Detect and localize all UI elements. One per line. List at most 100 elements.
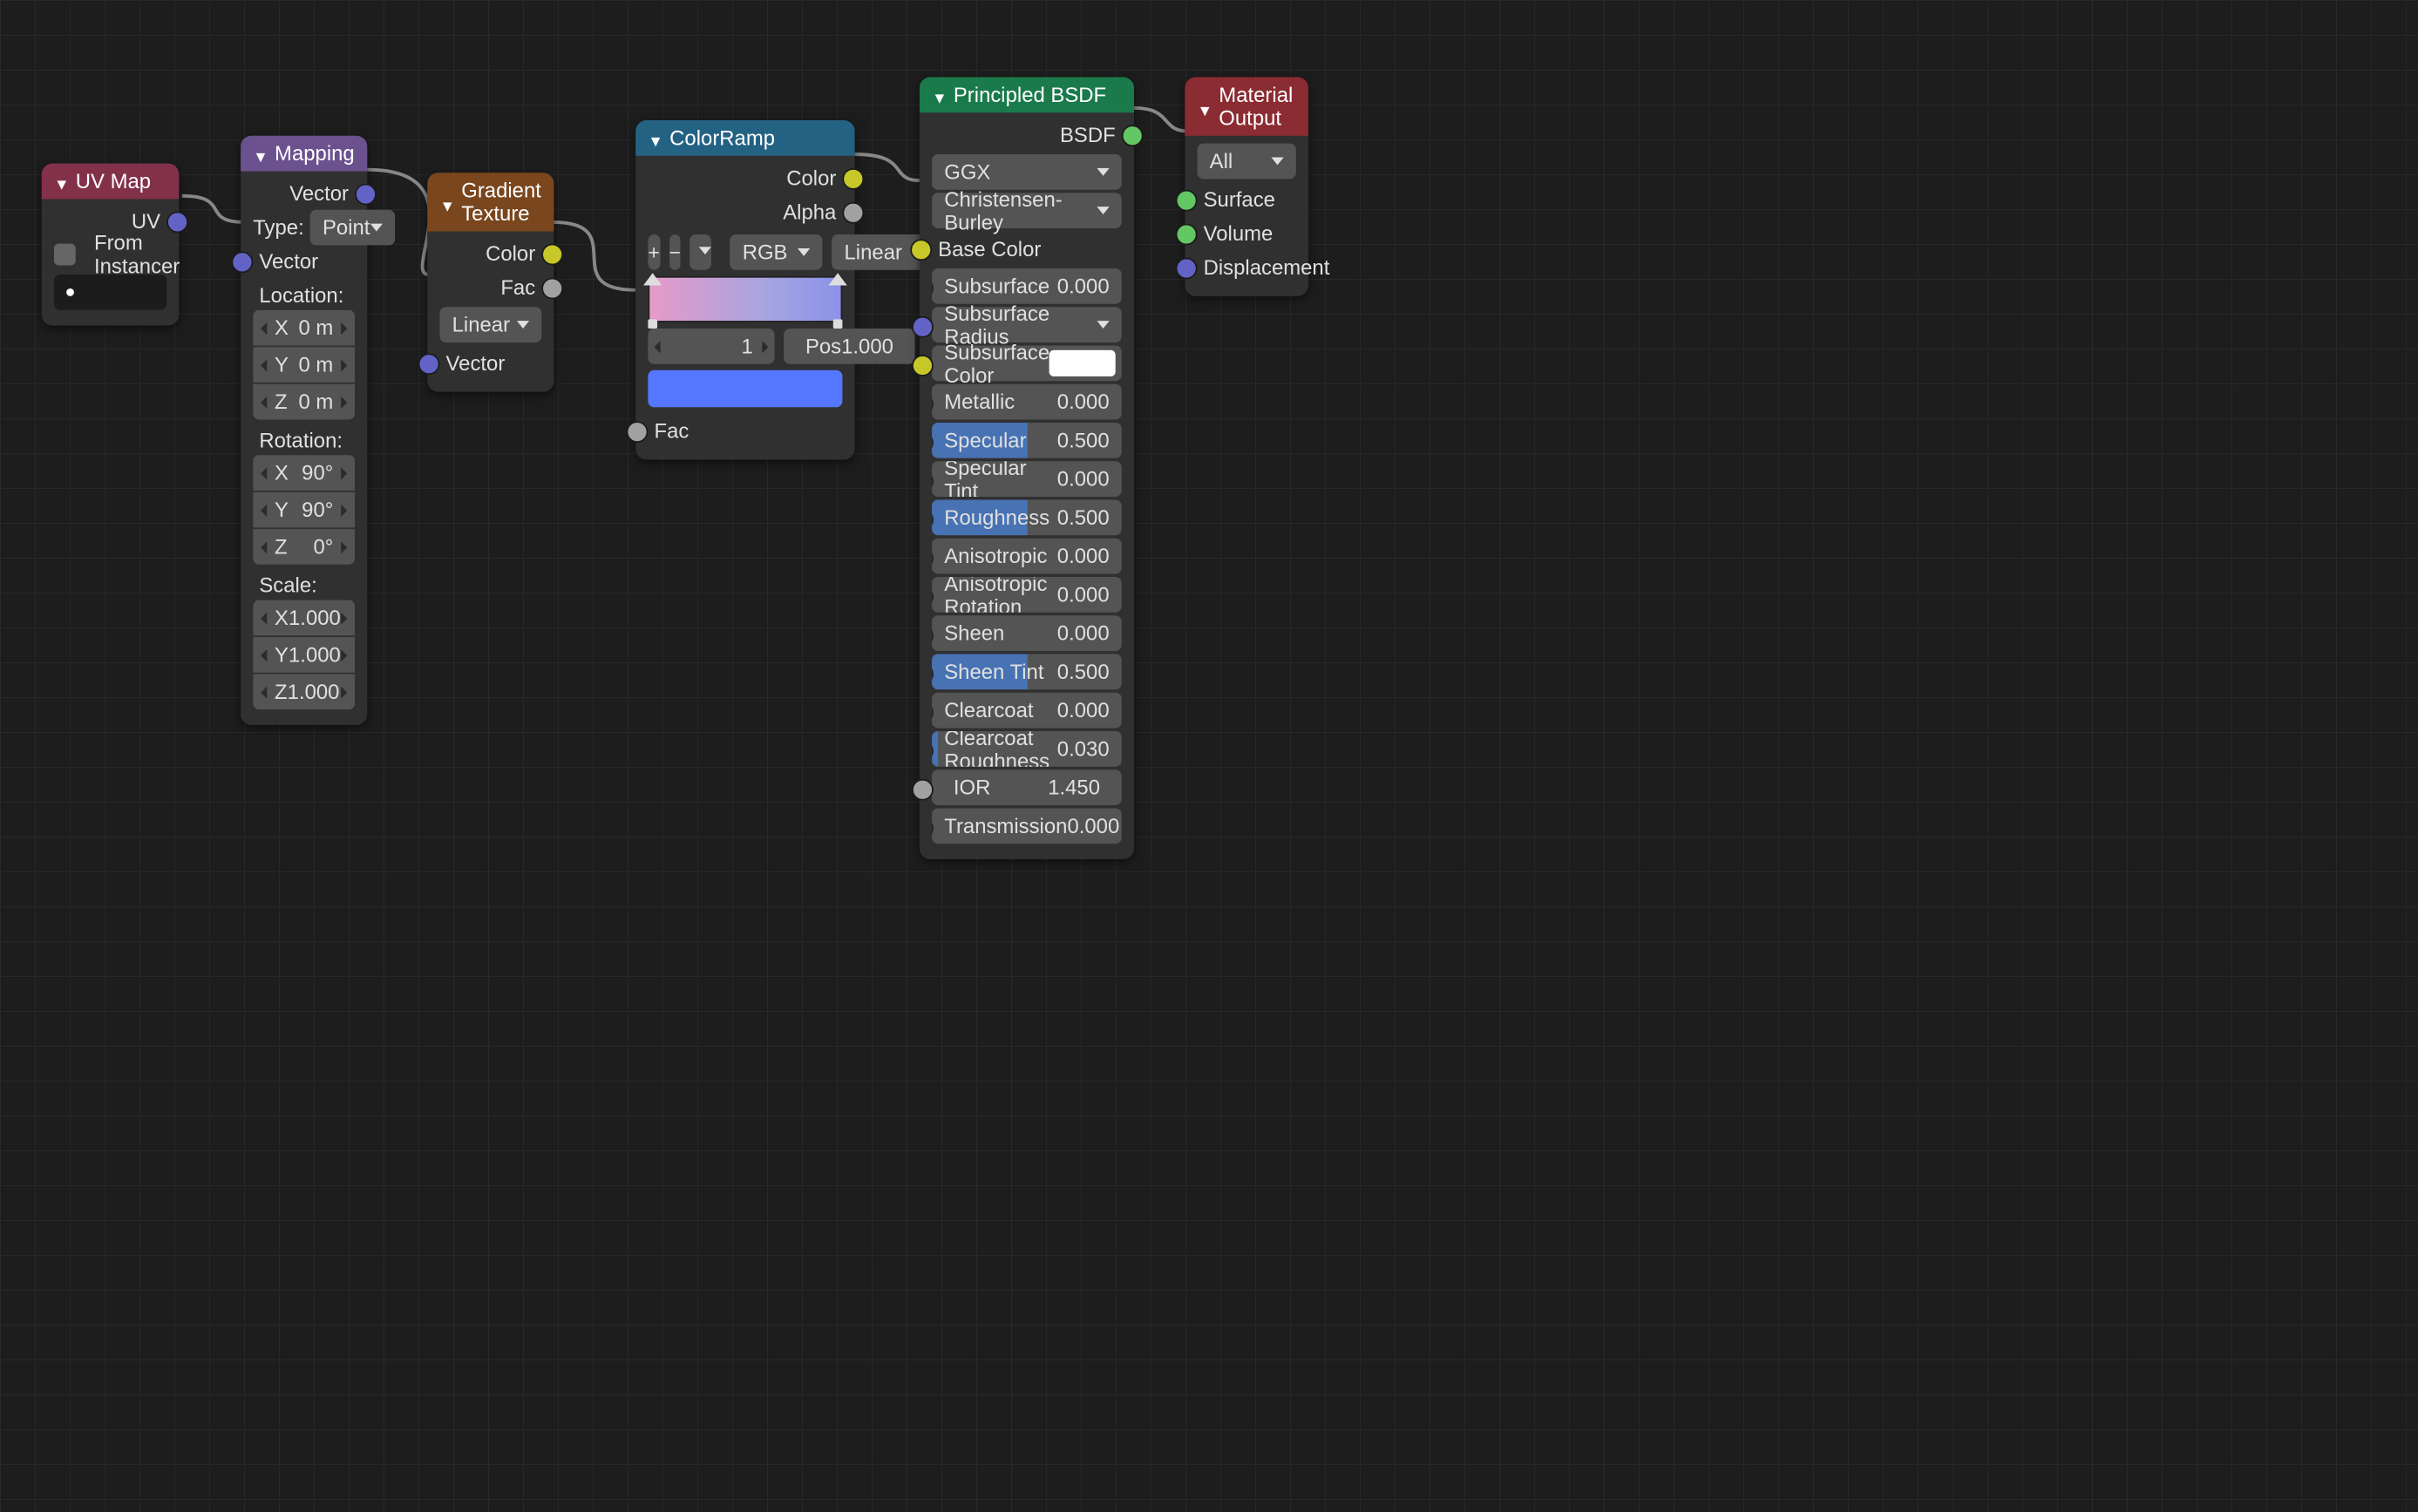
stop-color-swatch[interactable] bbox=[648, 370, 842, 407]
socket-out-alpha[interactable]: Alpha bbox=[635, 194, 854, 228]
special-menu-button[interactable] bbox=[690, 234, 712, 270]
rotation-group: X90° Y90° Z0° bbox=[253, 455, 355, 565]
collapse-icon[interactable] bbox=[253, 146, 267, 160]
rotation-x[interactable]: X90° bbox=[253, 455, 355, 491]
socket-in-displacement[interactable]: Displacement bbox=[1185, 250, 1308, 284]
socket-icon[interactable] bbox=[627, 421, 649, 443]
remove-stop-button[interactable]: − bbox=[669, 234, 680, 270]
socket-icon[interactable] bbox=[912, 315, 934, 337]
subsurface-method-dropdown[interactable]: Christensen-Burley bbox=[932, 193, 1122, 228]
location-z[interactable]: Z0 m bbox=[253, 384, 355, 420]
search-dot-icon bbox=[66, 288, 74, 296]
sheen-slider[interactable]: Sheen0.000 bbox=[932, 615, 1122, 651]
socket-in-surface[interactable]: Surface bbox=[1185, 182, 1308, 216]
header-mapping[interactable]: Mapping bbox=[241, 136, 367, 172]
socket-icon[interactable] bbox=[541, 244, 563, 266]
socket-in-vector[interactable]: Vector bbox=[241, 244, 367, 278]
collapse-icon[interactable] bbox=[932, 88, 946, 102]
socket-icon[interactable] bbox=[232, 252, 254, 274]
socket-out-bsdf[interactable]: BSDF bbox=[920, 118, 1134, 152]
socket-icon[interactable] bbox=[1176, 258, 1198, 280]
socket-icon[interactable] bbox=[355, 184, 377, 206]
collapse-icon[interactable] bbox=[648, 131, 662, 145]
socket-out-fac[interactable]: Fac bbox=[427, 270, 554, 304]
header-uv-map[interactable]: UV Map bbox=[42, 164, 180, 200]
scale-z[interactable]: Z1.000 bbox=[253, 674, 355, 709]
header-material-output[interactable]: Material Output bbox=[1185, 78, 1308, 136]
title-bsdf: Principled BSDF bbox=[954, 84, 1106, 107]
node-material-output[interactable]: Material Output All Surface Volume Displ… bbox=[1185, 78, 1308, 296]
socket-icon[interactable] bbox=[541, 278, 563, 300]
socket-icon[interactable] bbox=[1176, 224, 1198, 246]
add-stop-button[interactable]: + bbox=[648, 234, 659, 270]
node-colorramp[interactable]: ColorRamp Color Alpha + − RGB Linear bbox=[635, 120, 854, 459]
stop-position-field[interactable]: Pos 1.000 bbox=[784, 329, 915, 364]
uv-map-search[interactable] bbox=[54, 275, 166, 310]
title-material-output: Material Output bbox=[1219, 84, 1296, 130]
socket-icon[interactable] bbox=[1176, 190, 1198, 212]
specular-tint-slider[interactable]: Specular Tint0.000 bbox=[932, 461, 1122, 497]
location-y[interactable]: Y0 m bbox=[253, 347, 355, 383]
from-instancer-checkbox[interactable]: From Instancer bbox=[42, 238, 180, 272]
collapse-icon[interactable] bbox=[54, 174, 68, 188]
socket-icon[interactable] bbox=[910, 239, 932, 261]
anisotropic-rotation-slider[interactable]: Anisotropic Rotation0.000 bbox=[932, 577, 1122, 613]
scale-x[interactable]: X1.000 bbox=[253, 600, 355, 636]
socket-icon[interactable] bbox=[912, 354, 934, 376]
socket-out-color[interactable]: Color bbox=[427, 236, 554, 270]
color-mode-dropdown[interactable]: RGB bbox=[730, 234, 823, 270]
title-uv-map: UV Map bbox=[76, 170, 151, 193]
anisotropic-slider[interactable]: Anisotropic0.000 bbox=[932, 539, 1122, 574]
title-gradient: Gradient Texture bbox=[461, 179, 541, 225]
ior-field[interactable]: IOR1.450 bbox=[932, 770, 1122, 805]
node-uv-map[interactable]: UV Map UV From Instancer bbox=[42, 164, 180, 326]
ramp-stop-0[interactable] bbox=[643, 273, 662, 325]
rotation-z[interactable]: Z0° bbox=[253, 529, 355, 565]
transmission-slider[interactable]: Transmission0.000 bbox=[932, 808, 1122, 844]
subsurface-color-swatch[interactable] bbox=[1049, 350, 1116, 376]
rotation-label: Rotation: bbox=[241, 423, 367, 455]
roughness-slider[interactable]: Roughness0.500 bbox=[932, 499, 1122, 535]
header-bsdf[interactable]: Principled BSDF bbox=[920, 78, 1134, 113]
socket-out-vector[interactable]: Vector bbox=[241, 176, 367, 210]
subsurface-radius[interactable]: Subsurface Radius bbox=[932, 307, 1122, 342]
specular-slider[interactable]: Specular0.500 bbox=[932, 423, 1122, 458]
node-principled-bsdf[interactable]: Principled BSDF BSDF GGX Christensen-Bur… bbox=[920, 78, 1134, 859]
checkbox-icon[interactable] bbox=[54, 244, 76, 266]
socket-in-fac[interactable]: Fac bbox=[635, 413, 854, 447]
color-ramp[interactable] bbox=[648, 276, 842, 322]
node-mapping[interactable]: Mapping Vector Type: Point Vector Locati… bbox=[241, 136, 367, 725]
location-group: X0 m Y0 m Z0 m bbox=[253, 310, 355, 420]
collapse-icon[interactable] bbox=[1198, 99, 1212, 113]
node-gradient-texture[interactable]: Gradient Texture Color Fac Linear Vector bbox=[427, 173, 554, 391]
subsurface-color[interactable]: Subsurface Color bbox=[932, 345, 1122, 381]
socket-base-color[interactable]: Base Color bbox=[920, 232, 1134, 266]
gradient-type-dropdown[interactable]: Linear bbox=[439, 307, 541, 342]
ramp-stop-1[interactable] bbox=[828, 273, 846, 325]
socket-in-volume[interactable]: Volume bbox=[1185, 216, 1308, 250]
header-colorramp[interactable]: ColorRamp bbox=[635, 120, 854, 156]
target-dropdown[interactable]: All bbox=[1198, 144, 1296, 180]
header-gradient[interactable]: Gradient Texture bbox=[427, 173, 554, 231]
stop-index-field[interactable]: 1 bbox=[648, 329, 774, 364]
socket-icon[interactable] bbox=[912, 778, 934, 800]
socket-icon[interactable] bbox=[418, 353, 440, 375]
collapse-icon[interactable] bbox=[439, 195, 453, 209]
rotation-y[interactable]: Y90° bbox=[253, 492, 355, 528]
socket-icon[interactable] bbox=[842, 168, 864, 190]
metallic-slider[interactable]: Metallic0.000 bbox=[932, 384, 1122, 420]
clearcoat-slider[interactable]: Clearcoat0.000 bbox=[932, 693, 1122, 729]
socket-in-vector[interactable]: Vector bbox=[427, 345, 554, 379]
clearcoat-roughness-slider[interactable]: Clearcoat Roughness0.030 bbox=[932, 731, 1122, 767]
socket-icon[interactable] bbox=[842, 202, 864, 224]
socket-out-color[interactable]: Color bbox=[635, 160, 854, 194]
type-dropdown[interactable]: Point bbox=[310, 209, 395, 245]
socket-icon[interactable] bbox=[1122, 125, 1144, 146]
distribution-dropdown[interactable]: GGX bbox=[932, 154, 1122, 190]
subsurface-slider[interactable]: Subsurface0.000 bbox=[932, 268, 1122, 304]
sheen-tint-slider[interactable]: Sheen Tint0.500 bbox=[932, 654, 1122, 689]
location-x[interactable]: X0 m bbox=[253, 310, 355, 346]
scale-y[interactable]: Y1.000 bbox=[253, 637, 355, 673]
socket-icon[interactable] bbox=[166, 211, 188, 233]
title-colorramp: ColorRamp bbox=[669, 126, 775, 150]
